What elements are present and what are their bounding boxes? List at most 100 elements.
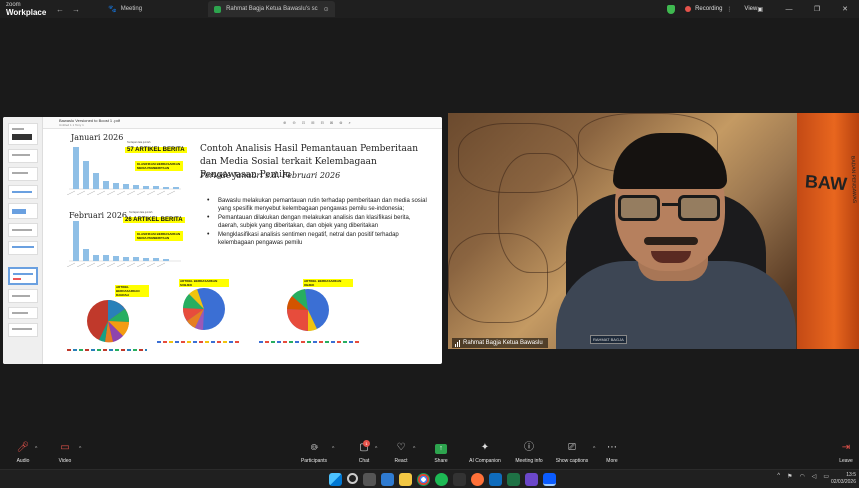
feb-bar <box>103 255 109 261</box>
participants-count: 211 <box>312 444 319 449</box>
tab-shared-screen[interactable]: Rahmat Bagja Ketua Bawaslu's sc ⊙ <box>208 1 335 17</box>
zoom-out-icon[interactable]: ⊖ <box>292 120 295 125</box>
view-button[interactable]: View <box>744 6 757 12</box>
back-arrow-icon[interactable]: ← <box>56 5 64 14</box>
jan-bar <box>93 173 99 189</box>
meeting-stage: Bawaslu Versioned to Boost 1 .pdf Untitl… <box>0 18 859 439</box>
firefox-icon[interactable] <box>471 473 484 486</box>
feb-bar <box>163 259 169 261</box>
spotify-icon[interactable] <box>435 473 448 486</box>
thumbnail-page[interactable] <box>8 307 38 319</box>
thumbnail-page[interactable] <box>8 123 38 145</box>
close-button[interactable]: ✕ <box>831 5 859 13</box>
participant-video[interactable]: BAW BADAN PENGAWAS RAHMAT BAGJA Rahmat B… <box>448 113 859 349</box>
battery-icon[interactable]: ▭ <box>823 473 829 480</box>
feb-bar <box>83 249 89 261</box>
bullet-item: Bawaslu melakukan pemantauan rutin terha… <box>207 197 432 213</box>
windows-start-icon[interactable] <box>329 473 342 486</box>
jan-bar <box>163 187 169 189</box>
thumbnail-page[interactable] <box>8 289 38 303</box>
thumbnail-page[interactable] <box>8 323 38 337</box>
wifi-icon[interactable]: ◠ <box>799 473 804 480</box>
share-screen-arrow-icon: ↑ <box>435 444 447 454</box>
thumbnail-page[interactable] <box>8 203 38 219</box>
search-icon[interactable] <box>347 473 358 484</box>
thumbnail-page[interactable] <box>8 149 38 163</box>
zoom-in-icon[interactable]: ⊕ <box>283 120 286 125</box>
outlook-icon[interactable] <box>489 473 502 486</box>
meeting-info-button[interactable]: ⓘ Meeting info <box>512 442 546 464</box>
forward-arrow-icon[interactable]: → <box>72 5 80 14</box>
show-captions-button[interactable]: ⎚ Show captions <box>553 442 591 464</box>
thumbnail-page[interactable] <box>8 167 38 181</box>
participants-caret-icon[interactable]: ^ <box>332 446 334 452</box>
share-button[interactable]: ↑ Share <box>431 442 451 464</box>
teams-icon[interactable] <box>525 473 538 486</box>
participants-button[interactable]: ☺ 211 Participants <box>298 442 330 464</box>
jan-bar <box>143 186 149 189</box>
pie-legend <box>67 349 147 351</box>
more-dots-icon[interactable]: ⋮ <box>726 6 732 13</box>
share-screen-icon <box>214 5 222 13</box>
file-subtitle: Untitled 1 1 Tony 1 <box>59 123 84 127</box>
thumbnail-page[interactable] <box>8 185 38 199</box>
paw-icon: 🐾 <box>108 6 117 13</box>
search-icon[interactable]: ⌕ <box>349 120 351 125</box>
thumbnail-page[interactable] <box>8 241 38 255</box>
widgets-icon[interactable] <box>381 473 394 486</box>
video-button[interactable]: ▭ Video <box>54 442 76 464</box>
jan-bar <box>83 161 89 189</box>
more-button[interactable]: ⋯ More <box>602 442 622 464</box>
ai-companion-button[interactable]: ✦ AI Companion <box>466 442 504 464</box>
task-view-icon[interactable] <box>363 473 376 486</box>
excel-icon[interactable] <box>507 473 520 486</box>
close-tab-icon[interactable]: ⊙ <box>324 6 329 13</box>
react-caret-icon[interactable]: ^ <box>413 446 415 452</box>
zoom-taskbar-icon[interactable] <box>543 473 556 486</box>
leave-button[interactable]: ⇥ Leave <box>836 442 856 464</box>
chrome-icon[interactable] <box>417 473 430 486</box>
volume-icon[interactable]: ◁ <box>812 473 817 480</box>
system-clock[interactable]: 13:5 02/03/2026 <box>831 472 856 486</box>
audio-options-caret-icon[interactable]: ^ <box>35 446 37 452</box>
camera-off-icon: ▭ <box>60 442 70 453</box>
view-icon[interactable]: ▣ <box>757 6 763 13</box>
recording-label[interactable]: Recording <box>695 6 722 12</box>
captions-caret-icon[interactable]: ^ <box>593 446 595 452</box>
jan-bar-chart <box>66 147 181 195</box>
minimize-button[interactable]: — <box>775 6 803 13</box>
thumbnail-page[interactable] <box>8 223 38 237</box>
jan-bar <box>153 186 159 189</box>
participant-name-strip: Rahmat Bagja Ketua Bawaslu <box>452 338 548 348</box>
app-icon[interactable] <box>453 473 466 486</box>
collapse-icon[interactable]: ⊟ <box>320 120 323 125</box>
bullet-item: Mengklasifikasi analisis sentimen negati… <box>207 231 432 247</box>
windows-taskbar: ^ ⚑ ◠ ◁ ▭ 13:5 02/03/2026 <box>0 469 859 488</box>
react-button[interactable]: ♡ React <box>391 442 411 464</box>
chat-button[interactable]: ▢ 1 Chat <box>354 440 374 464</box>
feb-bar <box>123 257 129 261</box>
react-label: React <box>394 458 408 464</box>
grid-icon[interactable]: ⊞ <box>311 120 314 125</box>
zoom-logo: zoom Workplace <box>0 1 50 17</box>
feb-bar <box>113 256 119 261</box>
tray-caret-icon[interactable]: ^ <box>777 473 780 480</box>
slide-period: Periode Januari s.d. Februari 2026 <box>200 171 341 180</box>
pie-label-objek: ARTIKEL BERDASARKAN OBJEK <box>303 279 353 287</box>
shared-screen[interactable]: Bawaslu Versioned to Boost 1 .pdf Untitl… <box>3 117 442 364</box>
chat-caret-icon[interactable]: ^ <box>375 446 377 452</box>
feb-bar <box>153 258 159 261</box>
audio-button[interactable]: 🎤︎ Audio <box>12 442 34 464</box>
feb-bar <box>73 221 79 261</box>
pie-legend <box>157 341 239 343</box>
file-explorer-icon[interactable] <box>399 473 412 486</box>
video-options-caret-icon[interactable]: ^ <box>79 446 81 452</box>
thumbnail-page-active[interactable] <box>8 267 38 285</box>
close-box-icon[interactable]: ⊠ <box>330 120 333 125</box>
tab-meeting[interactable]: 🐾 Meeting <box>102 0 148 18</box>
restore-button[interactable]: ❐ <box>803 5 831 13</box>
language-icon[interactable]: ⚑ <box>787 473 792 480</box>
fit-icon[interactable]: ⊡ <box>302 120 305 125</box>
shield-icon[interactable] <box>667 4 676 14</box>
cancel-icon[interactable]: ⊗ <box>339 120 342 125</box>
